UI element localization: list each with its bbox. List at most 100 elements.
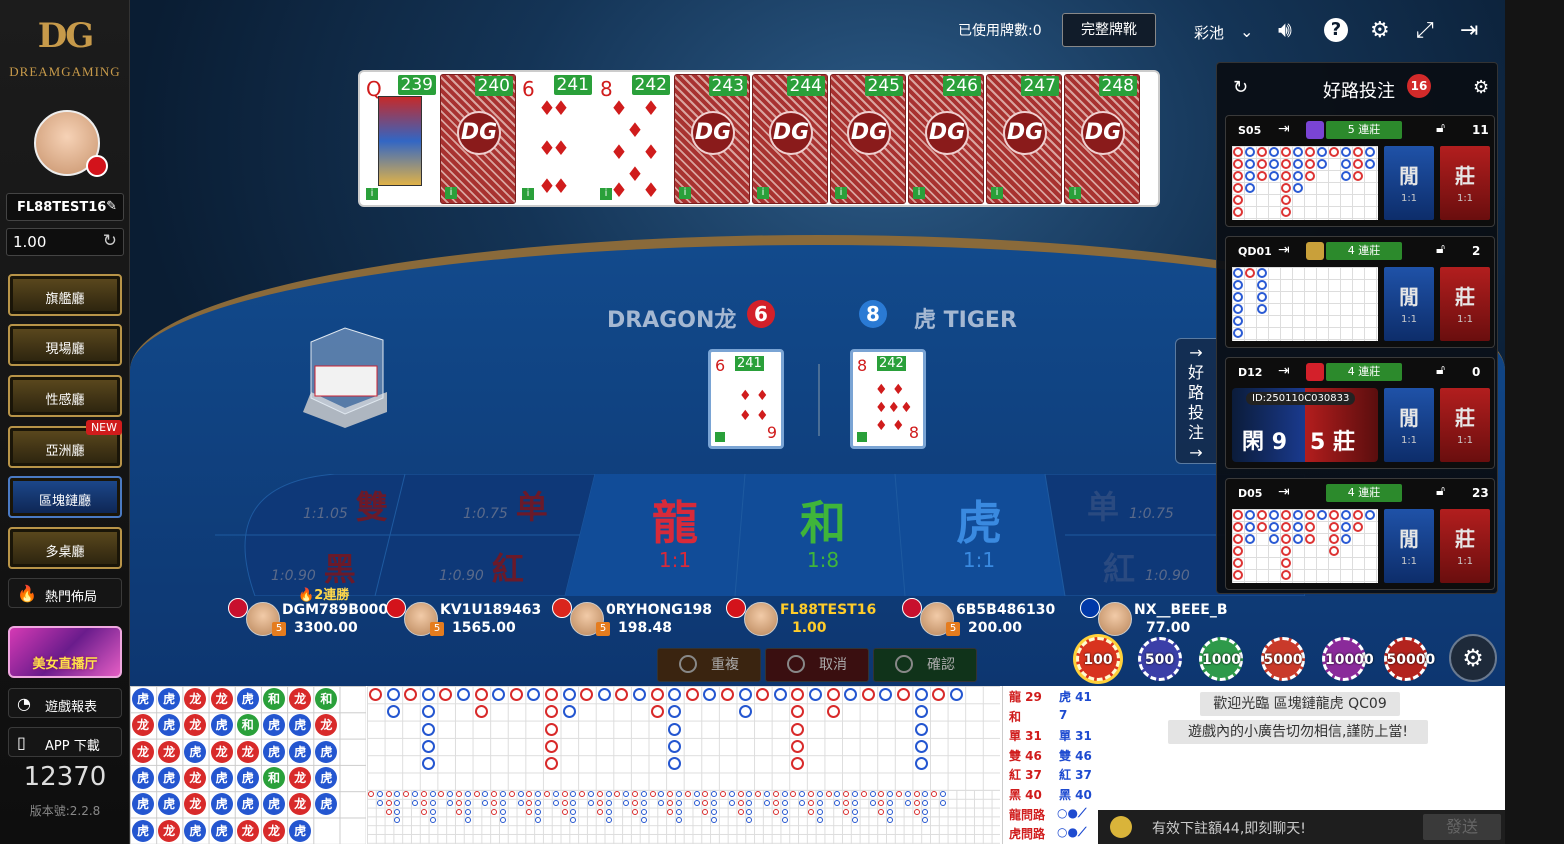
bet-banker-button[interactable]: 莊 1:1 (1440, 146, 1490, 220)
info-icon[interactable]: i (991, 187, 1003, 199)
chip-100[interactable]: 100 (1076, 637, 1120, 681)
fullscreen-icon[interactable]: ⤢ (1416, 18, 1434, 43)
enter-table-icon[interactable]: ⇥ (1278, 242, 1290, 258)
road-mark (1305, 147, 1315, 157)
emoji-icon[interactable] (1110, 816, 1132, 838)
nav-asia-hall[interactable]: 亞洲廳 NEW (8, 420, 122, 468)
bet-odd-dragon[interactable]: 1:0.75 单 (463, 482, 548, 528)
nav-live-hall[interactable]: 現場廳 (8, 324, 122, 366)
road-mark (1341, 522, 1351, 532)
goodroad-panel: ↻ 好路投注 16 ⚙ S05 ⇥ 5 連莊 🔓︎ 11 閒 1:1 莊 1:1 QD01 ⇥ 4 連… (1216, 62, 1498, 594)
info-icon[interactable]: i (679, 187, 691, 199)
info-icon[interactable]: i (757, 187, 769, 199)
cancel-button[interactable]: 取消 (765, 648, 869, 682)
bet-banker-button[interactable]: 莊 1:1 (1440, 509, 1490, 583)
app-download-link[interactable]: ▯ APP 下載 (8, 727, 122, 757)
help-icon[interactable]: ? (1324, 18, 1348, 42)
hot-layout-link[interactable]: 🔥 熱門佈局 (8, 578, 122, 608)
chevron-down-icon[interactable]: ⌄ (1240, 22, 1253, 41)
gear-icon[interactable]: ⚙ (1370, 18, 1390, 43)
unlock-icon[interactable]: 🔓︎ (1436, 241, 1445, 257)
info-icon[interactable]: i (600, 188, 612, 200)
bet-tiger[interactable]: 虎 1:1 (909, 498, 1049, 572)
streak-badge: 5 連莊 (1326, 121, 1402, 139)
road-mark (1245, 510, 1255, 520)
bet-banker-button[interactable]: 莊 1:1 (1440, 388, 1490, 462)
bet-tie[interactable]: 和 1:8 (753, 498, 893, 572)
road-mark (570, 799, 577, 806)
bet-even[interactable]: 1:1.05 雙 (303, 482, 388, 528)
bet-red-tiger[interactable]: 紅 1:0.90 (1103, 544, 1198, 590)
gear-icon[interactable]: ⚙ (1473, 77, 1489, 98)
info-icon[interactable] (715, 432, 725, 442)
live-stream-promo[interactable]: 美女直播厅 (8, 626, 122, 678)
bet-odds: 1:1 (962, 548, 996, 572)
banker-btn-label: 莊 (1455, 527, 1475, 551)
nav-flagship-hall[interactable]: 旗艦廳 (8, 274, 122, 316)
bet-dragon[interactable]: 龍 1:1 (605, 498, 745, 572)
chip-5000[interactable]: 5000 (1260, 637, 1305, 681)
stat-row[interactable]: 虎問路 ○●⟋ (1009, 825, 1095, 843)
enter-table-icon[interactable]: ⇥ (1278, 484, 1290, 500)
username-box[interactable]: FL88TEST16 ✎ (6, 193, 124, 221)
refresh-balance-icon[interactable]: ↻ (103, 231, 117, 251)
full-shoe-button[interactable]: 完整牌靴 (1062, 13, 1156, 47)
road-mark (728, 799, 735, 806)
card-divider (818, 364, 820, 436)
volume-icon[interactable]: 🔊︎ (1278, 18, 1292, 43)
player-score: 9 (1271, 430, 1287, 455)
chip-500[interactable]: 500 (1137, 637, 1182, 681)
info-icon[interactable]: i (522, 188, 534, 200)
chip-10000[interactable]: 10000 (1322, 637, 1374, 681)
stat-row[interactable]: 龍問路 ○●⟋ (1009, 806, 1095, 824)
chip-50000[interactable]: 50000 (1383, 637, 1435, 681)
game-report-link[interactable]: ◔ 遊戲報表 (8, 688, 122, 718)
chat-input[interactable]: 有效下註額44,即刻聊天! (1152, 818, 1306, 838)
info-icon[interactable] (857, 432, 867, 442)
road-mark (702, 799, 709, 806)
unlock-icon[interactable]: 🔓︎ (1436, 362, 1445, 378)
goodroad-side-tab[interactable]: → 好路投注 → (1175, 338, 1217, 464)
info-icon[interactable]: i (445, 187, 457, 199)
rebet-button[interactable]: 重複 (657, 648, 761, 682)
info-icon[interactable]: i (366, 188, 378, 200)
nav-label: 亞洲廳 (45, 444, 85, 459)
refresh-icon[interactable]: ↻ (1233, 77, 1248, 98)
chip-settings-icon[interactable]: ⚙ (1449, 634, 1497, 682)
info-icon[interactable]: i (835, 187, 847, 199)
road-mark (808, 799, 814, 806)
road-mark (1281, 183, 1291, 193)
enter-table-icon[interactable]: ⇥ (1278, 121, 1290, 137)
chip-1000[interactable]: 1000 (1199, 637, 1243, 681)
confirm-button[interactable]: 確認 (873, 648, 977, 682)
road-mark (913, 799, 920, 806)
diamond-pip: ♦ (610, 140, 628, 164)
bet-player-button[interactable]: 閒 1:1 (1384, 267, 1434, 341)
enter-table-icon[interactable]: ⇥ (1278, 363, 1290, 379)
bet-odds: 1:0.75 (1129, 506, 1174, 522)
bet-banker-button[interactable]: 莊 1:1 (1440, 267, 1490, 341)
bet-odd-tiger[interactable]: 单 1:0.75 (1087, 482, 1182, 528)
bet-red-dragon[interactable]: 1:0.90 紅 (439, 544, 524, 590)
road-mark (809, 688, 822, 701)
bet-player-button[interactable]: 閒 1:1 (1384, 388, 1434, 462)
info-icon[interactable]: i (1069, 187, 1081, 199)
nav-sexy-hall[interactable]: 性感廳 (8, 375, 122, 417)
stat-row: 龍 29 虎 41 (1009, 688, 1095, 706)
unlock-icon[interactable]: 🔓︎ (1436, 483, 1445, 499)
send-button[interactable]: 發送 (1423, 814, 1501, 840)
exit-icon[interactable]: ⇥ (1460, 18, 1478, 43)
nav-blockchain-hall[interactable]: 區塊鏈廳 (8, 476, 122, 518)
check-icon (895, 655, 913, 673)
info-icon[interactable]: i (913, 187, 925, 199)
road-mark (668, 722, 682, 736)
bead: 虎 (132, 819, 154, 842)
nav-multi-table-hall[interactable]: 多桌廳 (8, 527, 122, 569)
goodroad-count-badge: 16 (1407, 74, 1431, 98)
road-mark (596, 808, 603, 815)
unlock-icon[interactable]: 🔓︎ (1436, 120, 1445, 136)
edit-pencil-icon[interactable]: ✎ (106, 199, 117, 214)
bet-player-button[interactable]: 閒 1:1 (1384, 509, 1434, 583)
lottery-label[interactable]: 彩池 (1194, 22, 1224, 43)
bet-player-button[interactable]: 閒 1:1 (1384, 146, 1434, 220)
